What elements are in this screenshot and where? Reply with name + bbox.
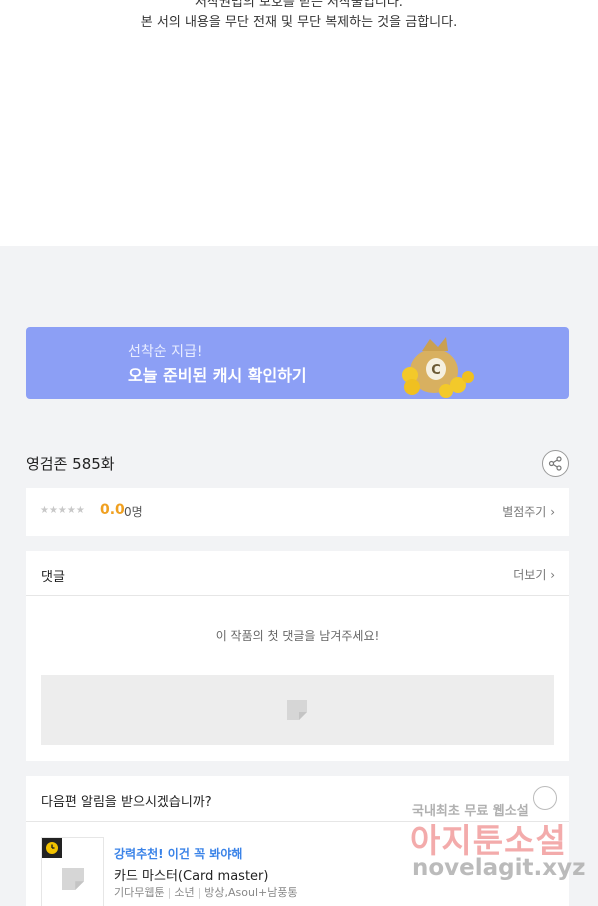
rating-count: 0명 — [124, 505, 143, 519]
banner-subtitle: 선착순 지급! — [128, 344, 203, 360]
share-icon — [548, 456, 562, 471]
episode-title-row: 영검존 585화 — [26, 450, 569, 477]
site-watermark: 국내최초 무료 웹소설 아지툰소설 novelagit.xyz — [410, 800, 585, 890]
chevron-right-icon: › — [550, 568, 555, 582]
rate-button[interactable]: 별점주기 › — [502, 503, 555, 520]
rate-button-label: 별점주기 — [502, 505, 547, 519]
banner-title: 오늘 준비된 캐시 확인하기 — [128, 366, 307, 385]
clock-icon — [42, 838, 62, 858]
meta-authors: 방상,Asoul+남풍통 — [204, 886, 298, 899]
meta-genre: 소년 — [174, 886, 195, 899]
recommendation-title[interactable]: 카드 마스터(Card master) — [114, 865, 268, 884]
recommendation-label: 강력추천! 이건 꼭 봐야해 — [114, 847, 243, 861]
placeholder-image-icon — [287, 700, 307, 720]
placeholder-image-icon — [62, 868, 84, 890]
cash-promo-banner[interactable]: 선착순 지급! 오늘 준비된 캐시 확인하기 C — [26, 327, 569, 399]
star-rating: ★★★★★ — [40, 505, 85, 516]
comment-header: 댓글 더보기 › — [26, 551, 569, 596]
episode-title: 영검존 585화 — [26, 455, 115, 473]
watermark-line-3: novelagit.xyz — [412, 855, 586, 881]
empty-comment-message: 이 작품의 첫 댓글을 남겨주세요! — [215, 629, 380, 643]
comment-title: 댓글 — [41, 570, 65, 585]
copyright-line-1: 저작권법의 보호를 받는 저작물입니다. — [195, 0, 403, 10]
recommendation-meta: 기다무웹툰 | 소년 | 방상,Asoul+남풍통 — [114, 886, 298, 899]
viewer-bottom-area: 저작권법의 보호를 받는 저작물입니다. 본 서의 내용을 무단 전재 및 무단… — [0, 0, 598, 246]
comment-more-button[interactable]: 더보기 › — [513, 566, 555, 583]
comment-input-box[interactable] — [41, 675, 554, 745]
copyright-line-2: 본 서의 내용을 무단 전재 및 무단 복제하는 것을 금합니다. — [140, 15, 458, 30]
share-button[interactable] — [542, 450, 569, 477]
rating-score: 0.0 — [100, 502, 125, 518]
meta-category: 기다무웹툰 — [114, 886, 165, 899]
recommendation-thumbnail[interactable] — [41, 837, 104, 906]
comment-more-label: 더보기 — [513, 568, 547, 582]
comment-card: 댓글 더보기 › 이 작품의 첫 댓글을 남겨주세요! — [26, 551, 569, 761]
money-bag-icon: C — [402, 337, 474, 398]
rating-card: ★★★★★ 0.0 0명 별점주기 › — [26, 488, 569, 536]
chevron-right-icon: › — [550, 505, 555, 519]
coin-letter: C — [431, 363, 441, 378]
next-episode-question: 다음편 알림을 받으시겠습니까? — [41, 795, 212, 810]
